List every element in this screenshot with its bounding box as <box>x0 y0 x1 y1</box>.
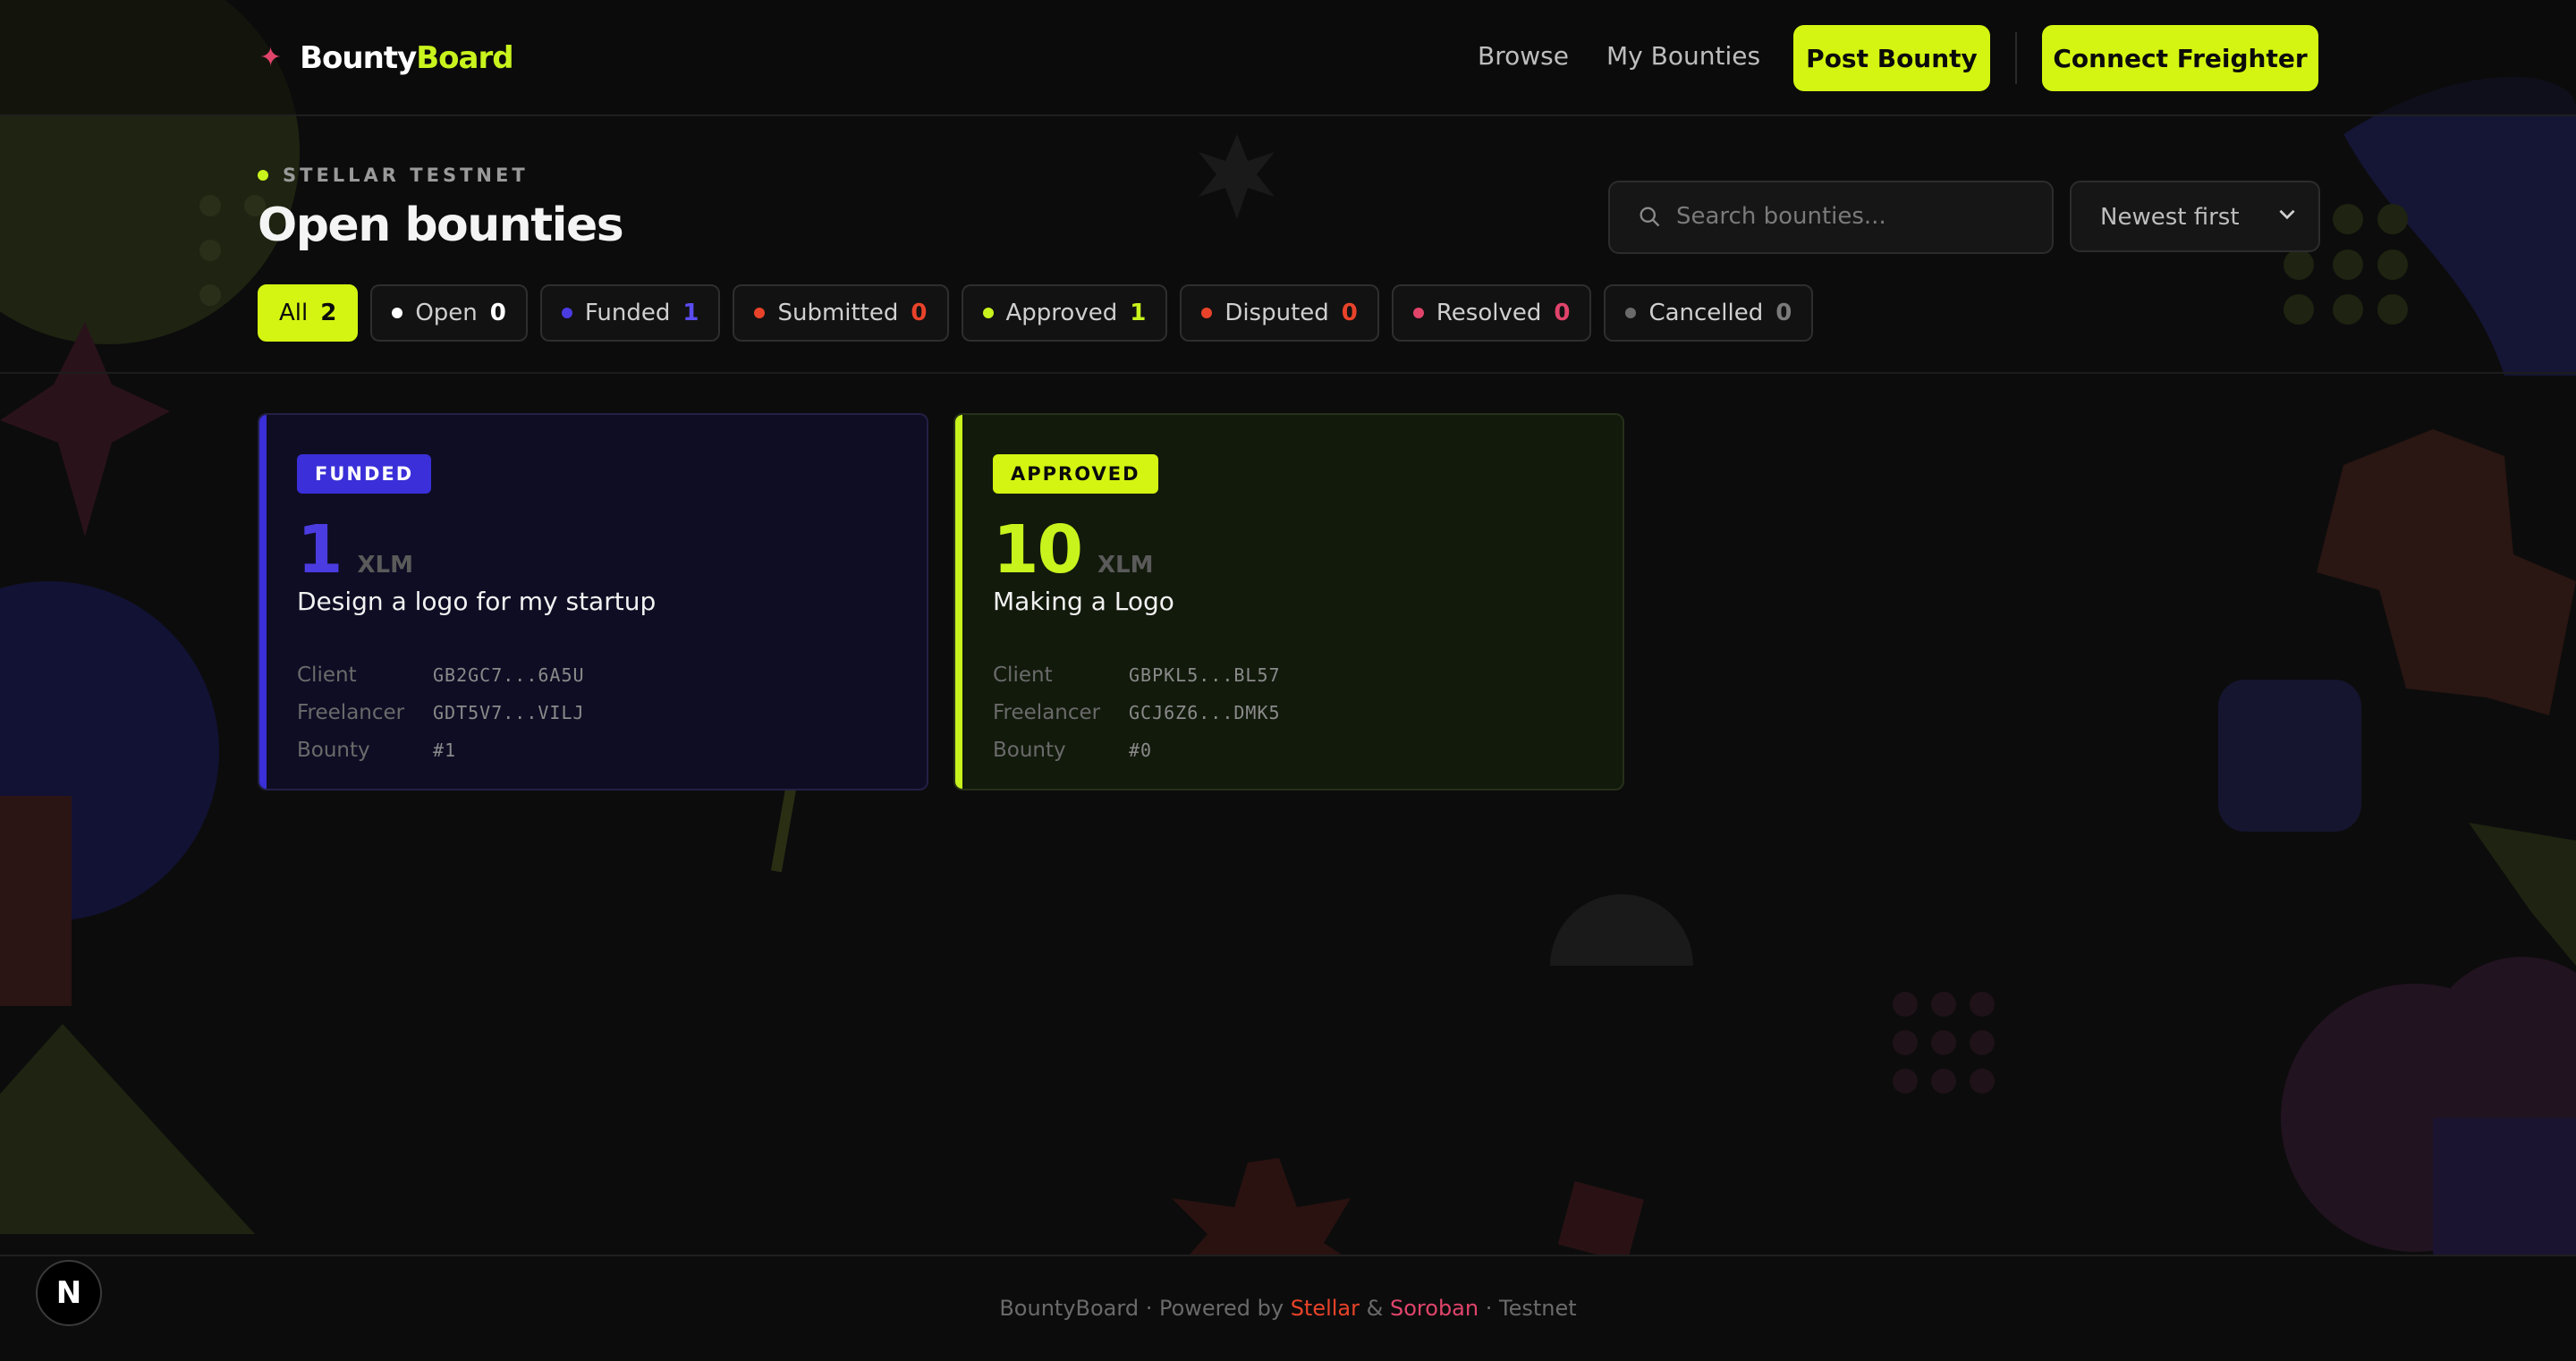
filter-chip-label: Submitted <box>777 300 899 326</box>
meta-label: Bounty <box>993 739 1066 762</box>
status-dot <box>754 308 766 318</box>
meta-label: Freelancer <box>993 701 1101 724</box>
sort-select[interactable]: Newest first <box>2070 181 2320 252</box>
client-address: GB2GC7...6A5U <box>433 664 585 686</box>
status-badge: FUNDED <box>297 454 432 494</box>
bounty-meta: Client GBPKL5...BL57 Freelancer GCJ6Z6..… <box>993 656 1281 769</box>
client-address: GBPKL5...BL57 <box>1129 664 1281 686</box>
filter-chip-open[interactable]: Open 0 <box>370 284 528 342</box>
filter-chip-all[interactable]: All 2 <box>258 284 359 342</box>
filter-chip-approved[interactable]: Approved 1 <box>961 284 1168 342</box>
network-label: STELLAR TESTNET <box>283 165 529 186</box>
meta-row-bounty: Bounty #0 <box>993 731 1281 769</box>
filter-chip-funded[interactable]: Funded 1 <box>539 284 721 342</box>
brand-logo[interactable]: ✦ BountyBoard <box>259 38 514 79</box>
status-badge: APPROVED <box>993 454 1158 494</box>
status-filter-bar: All 2 Open 0 Funded 1 Submitted 0 Approv… <box>258 284 1814 342</box>
bounty-card[interactable]: FUNDED 1 XLM Design a logo for my startu… <box>258 413 928 790</box>
meta-label: Freelancer <box>297 701 405 724</box>
filter-chip-disputed[interactable]: Disputed 0 <box>1180 284 1379 342</box>
footer-text: BountyBoard · Powered by Stellar & Sorob… <box>999 1296 1577 1321</box>
filter-chip-count: 0 <box>489 300 506 326</box>
nav-browse-link[interactable]: Browse <box>1478 41 1569 71</box>
page-footer: BountyBoard · Powered by Stellar & Sorob… <box>0 1255 2576 1361</box>
meta-row-freelancer: Freelancer GDT5V7...VILJ <box>297 694 585 731</box>
freelancer-address: GDT5V7...VILJ <box>433 702 585 723</box>
status-dot <box>1201 308 1213 318</box>
meta-label: Client <box>297 664 357 687</box>
nav-my-bounties-link[interactable]: My Bounties <box>1606 41 1760 71</box>
section-divider <box>0 372 2576 374</box>
network-dot <box>258 170 268 181</box>
filter-chip-count: 0 <box>911 300 928 326</box>
card-accent-bar <box>955 415 962 789</box>
bounty-card[interactable]: APPROVED 10 XLM Making a Logo Client GBP… <box>953 413 1624 790</box>
filter-chip-cancelled[interactable]: Cancelled 0 <box>1604 284 1814 342</box>
bounty-amount: 10 XLM <box>993 511 1153 588</box>
bounty-id: #1 <box>433 740 457 761</box>
bounty-title: Making a Logo <box>993 587 1174 616</box>
filter-chip-label: Disputed <box>1224 300 1329 326</box>
bounty-id: #0 <box>1129 740 1153 761</box>
amount-value: 10 <box>993 511 1083 588</box>
status-dot <box>392 308 403 318</box>
page-title: Open bounties <box>258 199 624 252</box>
chevron-down-icon <box>2279 209 2295 220</box>
meta-label: Bounty <box>297 739 370 762</box>
soroban-link[interactable]: Soroban <box>1390 1296 1479 1321</box>
bounty-meta: Client GB2GC7...6A5U Freelancer GDT5V7..… <box>297 656 585 769</box>
amount-unit: XLM <box>1097 552 1154 579</box>
header-divider <box>2015 32 2017 84</box>
filter-chip-count: 0 <box>1341 300 1358 326</box>
filter-chip-label: Cancelled <box>1648 300 1764 326</box>
filter-chip-submitted[interactable]: Submitted 0 <box>733 284 949 342</box>
filter-chip-count: 1 <box>1130 300 1147 326</box>
status-dot <box>561 308 572 318</box>
filter-chip-label: Funded <box>584 300 671 326</box>
top-navbar: ✦ BountyBoard Browse My Bounties Post Bo… <box>0 0 2576 116</box>
filter-chip-count: 2 <box>320 300 337 326</box>
sort-selected-value: Newest first <box>2100 204 2240 231</box>
card-accent-bar <box>259 415 267 789</box>
meta-label: Client <box>993 664 1053 687</box>
freelancer-address: GCJ6Z6...DMK5 <box>1129 702 1281 723</box>
search-icon <box>1640 207 1660 227</box>
sparkle-icon: ✦ <box>259 42 283 73</box>
filter-chip-label: Approved <box>1005 300 1118 326</box>
filter-chip-count: 0 <box>1775 300 1792 326</box>
status-dot <box>1625 308 1637 318</box>
amount-value: 1 <box>297 511 343 588</box>
dev-tools-button[interactable]: N <box>36 1260 102 1326</box>
search-input[interactable] <box>1674 182 2036 250</box>
status-dot <box>982 308 994 318</box>
network-indicator: STELLAR TESTNET <box>258 165 529 186</box>
connect-wallet-button[interactable]: Connect Freighter <box>2042 25 2318 91</box>
brand-name: BountyBoard <box>300 40 513 76</box>
bounty-title: Design a logo for my startup <box>297 587 657 616</box>
meta-row-bounty: Bounty #1 <box>297 731 585 769</box>
status-dot <box>1412 308 1424 318</box>
meta-row-client: Client GBPKL5...BL57 <box>993 656 1281 694</box>
post-bounty-button[interactable]: Post Bounty <box>1793 25 1990 91</box>
amount-unit: XLM <box>357 552 414 579</box>
filter-chip-resolved[interactable]: Resolved 0 <box>1391 284 1592 342</box>
bounty-amount: 1 XLM <box>297 511 413 588</box>
meta-row-client: Client GB2GC7...6A5U <box>297 656 585 694</box>
filter-chip-label: Open <box>415 300 478 326</box>
meta-row-freelancer: Freelancer GCJ6Z6...DMK5 <box>993 694 1281 731</box>
stellar-link[interactable]: Stellar <box>1291 1296 1360 1321</box>
search-box[interactable] <box>1608 181 2054 254</box>
filter-chip-label: All <box>279 300 309 326</box>
filter-chip-label: Resolved <box>1436 300 1542 326</box>
filter-chip-count: 0 <box>1554 300 1571 326</box>
filter-chip-count: 1 <box>682 300 699 326</box>
